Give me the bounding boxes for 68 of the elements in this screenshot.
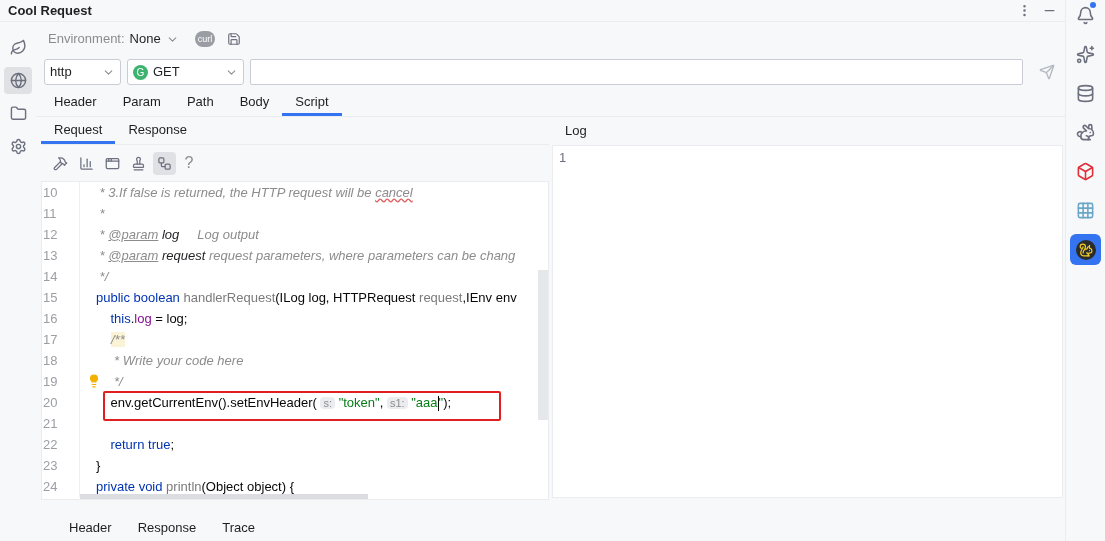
line-number: 22 bbox=[42, 434, 80, 455]
protocol-select[interactable]: http bbox=[44, 59, 121, 85]
code-line: */ bbox=[98, 267, 109, 286]
hammer-icon bbox=[53, 155, 68, 171]
line-number: 19 bbox=[42, 371, 80, 392]
code-line: * @param request request parameters, where parameters can be chang bbox=[98, 246, 516, 265]
tab[interactable]: Script bbox=[282, 87, 342, 116]
nodes-button[interactable] bbox=[153, 151, 176, 175]
squirrel-icon bbox=[1078, 242, 1093, 257]
code-line: * bbox=[98, 204, 105, 223]
tab[interactable]: Response bbox=[124, 511, 210, 541]
rabbit-icon bbox=[1076, 123, 1095, 142]
globe-button[interactable] bbox=[4, 67, 32, 94]
tab[interactable]: Header bbox=[56, 511, 125, 541]
line-number: 11 bbox=[42, 203, 80, 224]
tab[interactable]: Trace bbox=[209, 511, 268, 541]
line-number: 17 bbox=[42, 329, 80, 350]
line-number: 1 bbox=[558, 149, 568, 168]
line-number: 21 bbox=[42, 413, 80, 434]
method-select[interactable]: G GET bbox=[127, 59, 244, 85]
window-icon bbox=[105, 155, 120, 171]
line-number: 15 bbox=[42, 287, 80, 308]
line-number: 13 bbox=[42, 245, 80, 266]
bar-chart-icon bbox=[79, 155, 94, 171]
grid-icon bbox=[1076, 201, 1095, 220]
bell-icon bbox=[1076, 6, 1095, 25]
code-line: private void println(Object object) { bbox=[96, 477, 294, 496]
stamp-icon bbox=[131, 155, 146, 171]
code-line: */ bbox=[113, 372, 123, 391]
line-number: 12 bbox=[42, 224, 80, 245]
url-field[interactable] bbox=[250, 59, 1023, 85]
squirrel-button[interactable] bbox=[1070, 234, 1101, 265]
log-editor[interactable]: 1 bbox=[552, 145, 1063, 498]
tab[interactable]: Param bbox=[109, 87, 174, 116]
vertical-scrollbar[interactable] bbox=[538, 270, 548, 420]
cube-icon bbox=[1076, 162, 1095, 181]
code-line: * @param log Log output bbox=[98, 225, 259, 244]
settings-icon bbox=[9, 138, 27, 155]
window-title: Cool Request bbox=[8, 1, 92, 20]
tab[interactable]: Response bbox=[115, 117, 200, 144]
tab[interactable]: Path bbox=[173, 87, 227, 116]
globe-icon bbox=[9, 72, 27, 89]
nodes-icon bbox=[157, 155, 172, 171]
code-line: this.log = log; bbox=[109, 309, 188, 328]
code-line: } bbox=[96, 456, 101, 475]
line-number: 16 bbox=[42, 308, 80, 329]
horizontal-scrollbar[interactable] bbox=[80, 494, 368, 499]
leaf-icon bbox=[9, 39, 27, 56]
code-line: public boolean handlerRequest(ILog log, HTTPRequest request,IEnv env bbox=[96, 288, 517, 307]
tab[interactable]: Header bbox=[41, 87, 110, 116]
log-title: Log bbox=[565, 122, 587, 141]
line-number: 18 bbox=[42, 350, 80, 371]
tab[interactable]: Request bbox=[41, 117, 116, 144]
code-editor[interactable] bbox=[41, 181, 549, 500]
code-line: * 3.If false is returned, the HTTP request will be cancel bbox=[98, 183, 413, 202]
line-number: 10 bbox=[42, 182, 80, 203]
folder-icon bbox=[9, 105, 27, 122]
code-line: * Write your code here bbox=[113, 351, 244, 370]
line-number: 23 bbox=[42, 455, 80, 476]
environment-dropdown[interactable]: Environment: None bbox=[48, 29, 179, 49]
tab[interactable]: Body bbox=[226, 87, 283, 116]
line-number: 14 bbox=[42, 266, 80, 287]
save-icon[interactable] bbox=[227, 32, 242, 46]
line-number: 20 bbox=[42, 392, 80, 413]
code-line: return true; bbox=[109, 435, 175, 454]
database-icon bbox=[1076, 84, 1095, 103]
sparkle-icon bbox=[1076, 45, 1095, 64]
code-line: env.getCurrentEnv().setEnvHeader( s: "token", s1: "aaa"); bbox=[109, 393, 452, 413]
